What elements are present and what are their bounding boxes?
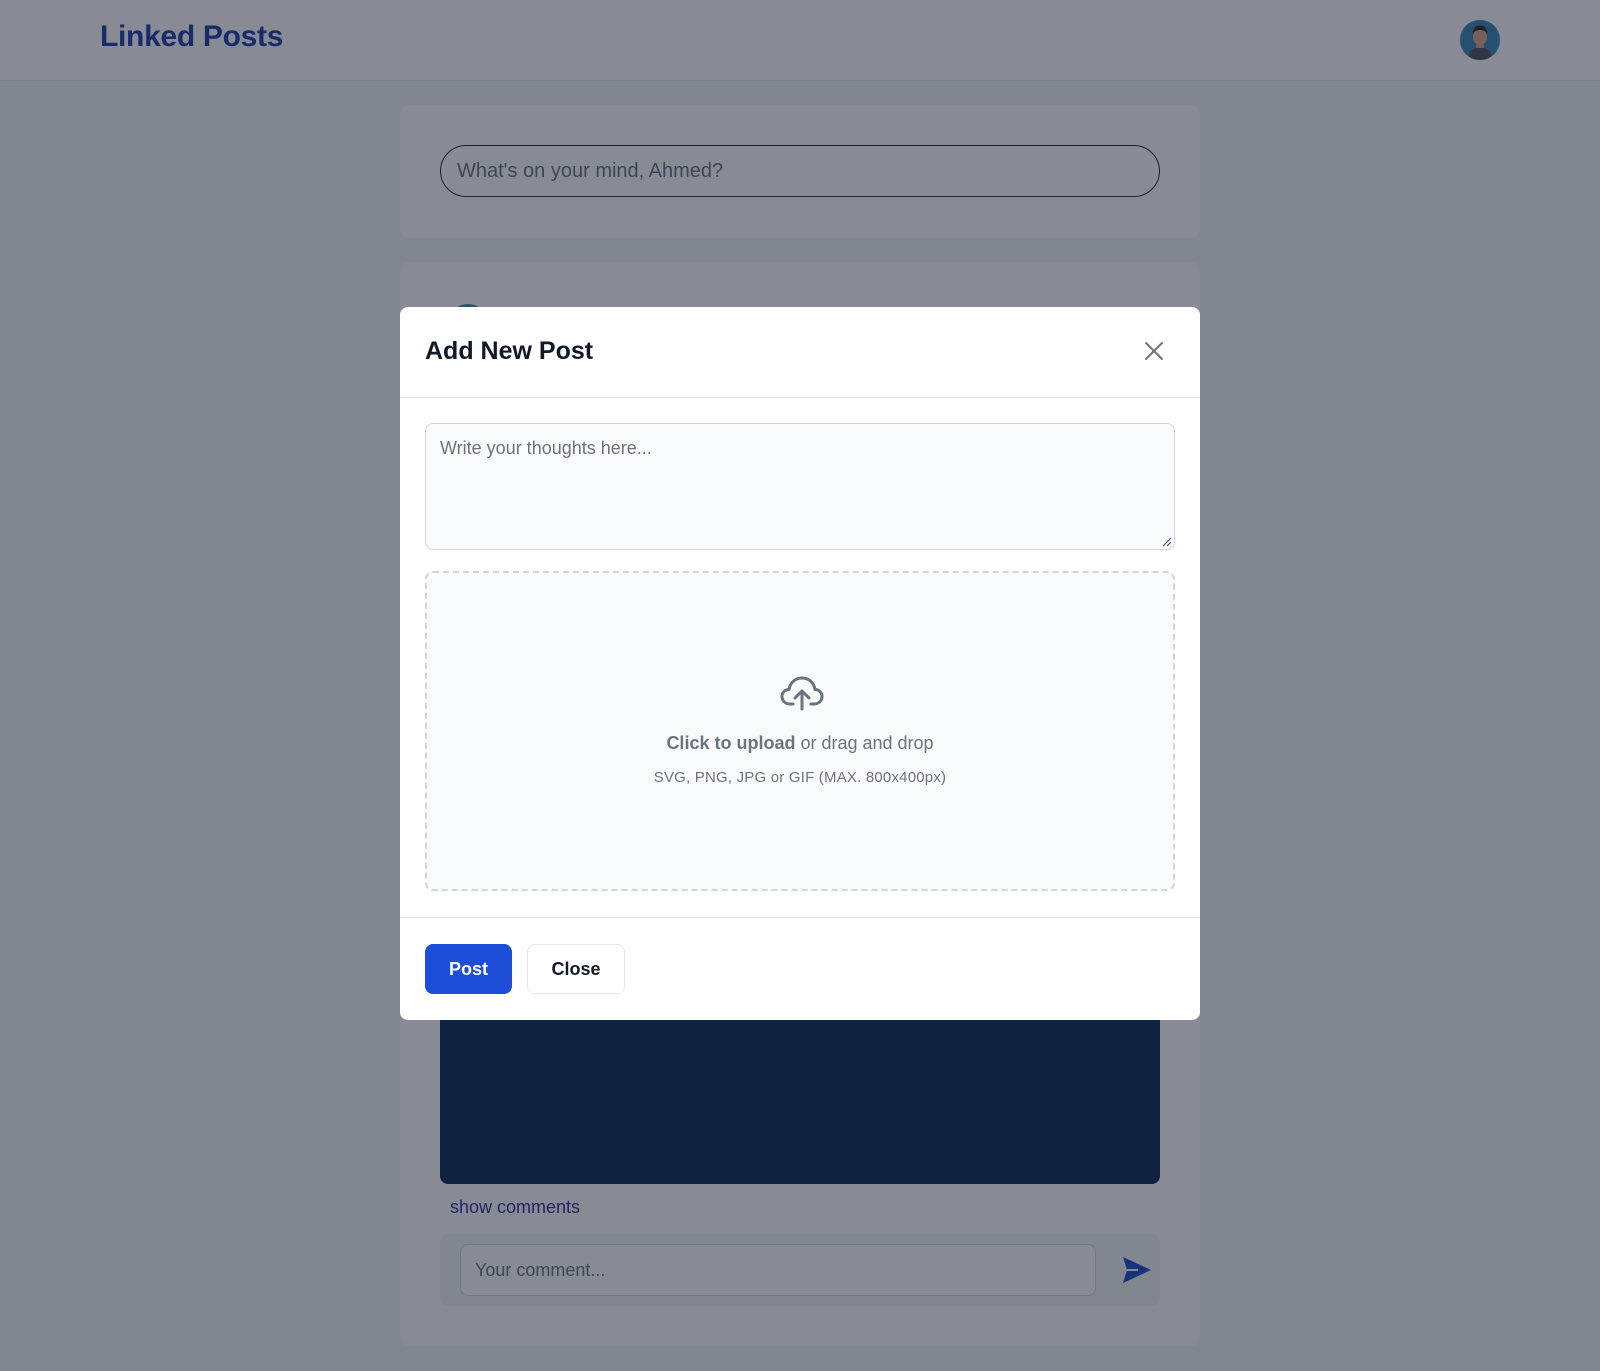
modal-title: Add New Post bbox=[425, 337, 594, 365]
upload-instructions: Click to upload or drag and drop bbox=[427, 733, 1173, 754]
textarea-placeholder: Write your thoughts here... bbox=[440, 438, 652, 458]
add-post-modal: Add New Post Write your thoughts here...… bbox=[400, 307, 1200, 1020]
drag-drop-text: or drag and drop bbox=[795, 733, 934, 753]
post-textarea[interactable]: Write your thoughts here... bbox=[425, 423, 1175, 550]
file-upload-dropzone[interactable]: Click to upload or drag and drop SVG, PN… bbox=[425, 571, 1175, 891]
modal-footer: Post Close bbox=[400, 917, 1200, 1020]
upload-format-hint: SVG, PNG, JPG or GIF (MAX. 800x400px) bbox=[653, 769, 947, 786]
cloud-upload-icon bbox=[780, 676, 824, 711]
close-icon[interactable] bbox=[1144, 341, 1164, 361]
resize-grip-icon[interactable] bbox=[1162, 537, 1172, 547]
click-to-upload-text: Click to upload bbox=[666, 733, 796, 753]
close-button[interactable]: Close bbox=[527, 944, 625, 994]
post-button[interactable]: Post bbox=[425, 944, 512, 994]
modal-header: Add New Post bbox=[400, 307, 1200, 398]
